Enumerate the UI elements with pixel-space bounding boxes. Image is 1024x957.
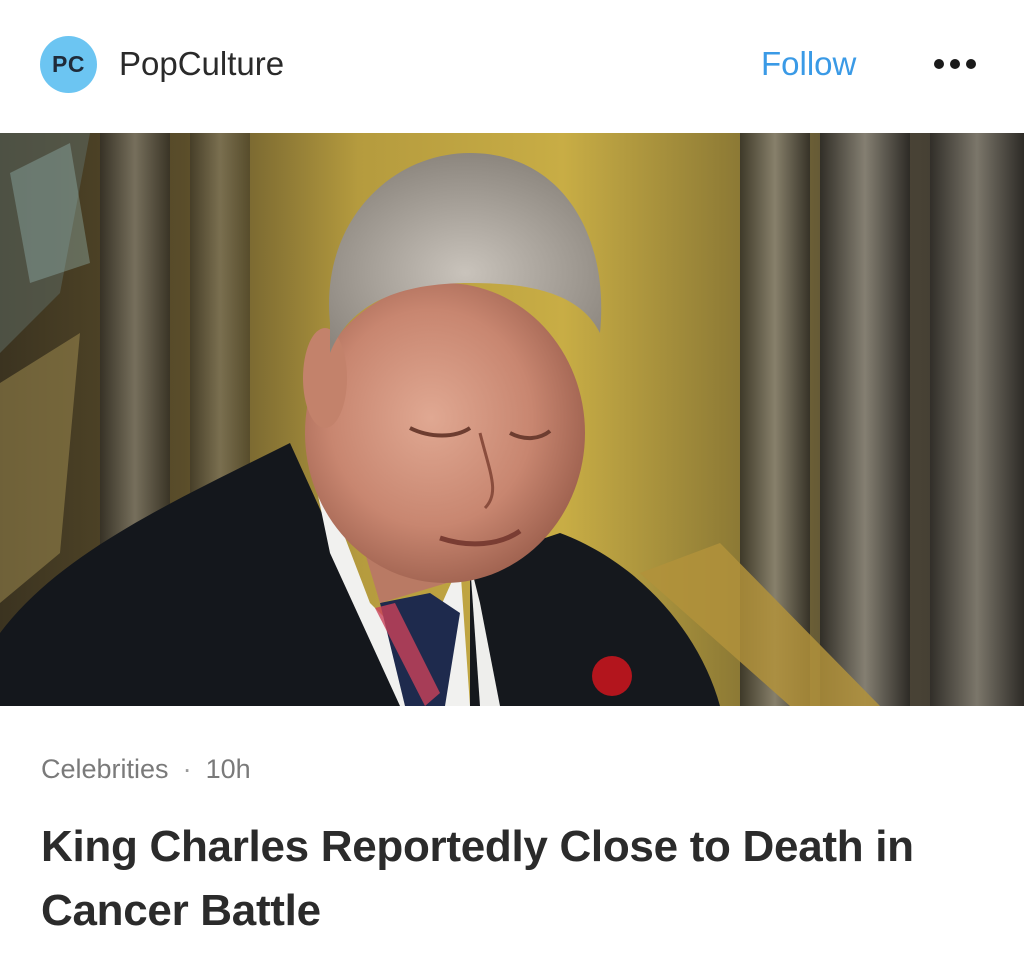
article-headline[interactable]: King Charles Reportedly Close to Death i… xyxy=(41,815,1001,943)
article-meta: Celebrities · 10h xyxy=(41,752,251,786)
avatar-initials: PC xyxy=(52,51,85,77)
meta-separator: · xyxy=(182,754,192,784)
publisher-name[interactable]: PopCulture xyxy=(119,44,284,84)
article-category[interactable]: Celebrities xyxy=(41,754,169,784)
article-header: PC PopCulture Follow xyxy=(0,0,1024,133)
publisher-avatar[interactable]: PC xyxy=(40,36,97,93)
article-hero-image[interactable] xyxy=(0,133,1024,706)
follow-button[interactable]: Follow xyxy=(761,44,856,84)
hero-photo-illustration xyxy=(0,133,1024,706)
article-age: 10h xyxy=(205,754,251,784)
ellipsis-horizontal-icon[interactable] xyxy=(930,52,980,76)
